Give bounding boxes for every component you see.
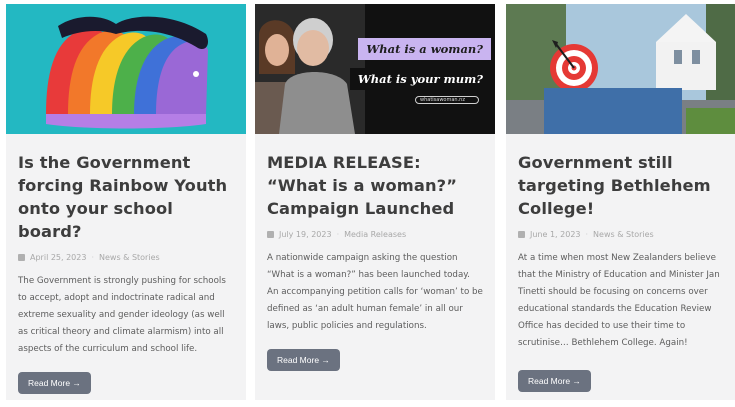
post-card: Is the Government forcing Rainbow Youth …: [6, 4, 246, 400]
post-excerpt: A nationwide campaign asking the questio…: [267, 253, 483, 331]
post-category[interactable]: Media Releases: [344, 230, 406, 239]
post-title[interactable]: Government still targeting Bethlehem Col…: [518, 151, 723, 220]
post-title[interactable]: Is the Government forcing Rainbow Youth …: [18, 151, 234, 243]
calendar-icon: [518, 231, 525, 238]
post-meta: April 25, 2023 · News & Stories: [18, 253, 234, 262]
school-building-photo-icon: [506, 4, 735, 134]
post-thumbnail[interactable]: [6, 4, 246, 134]
read-more-button[interactable]: Read More →: [267, 349, 340, 371]
post-category[interactable]: News & Stories: [99, 253, 160, 262]
post-card: What is a woman? What is your mum? whati…: [255, 4, 495, 400]
post-excerpt: At a time when most New Zealanders belie…: [518, 253, 720, 348]
meta-separator: ·: [91, 253, 94, 262]
image-banner: What is a woman?: [358, 38, 491, 60]
post-date: April 25, 2023: [30, 253, 87, 262]
read-more-button[interactable]: Read More →: [18, 372, 91, 394]
image-banner: What is your mum?: [349, 68, 491, 90]
post-date: July 19, 2023: [279, 230, 332, 239]
rainbow-faces-illustration-icon: [6, 4, 246, 134]
calendar-icon: [267, 231, 274, 238]
post-category[interactable]: News & Stories: [593, 230, 654, 239]
post-excerpt: The Government is strongly pushing for s…: [18, 276, 226, 354]
post-meta: June 1, 2023 · News & Stories: [518, 230, 723, 239]
post-title[interactable]: MEDIA RELEASE: “What is a woman?” Campai…: [267, 151, 483, 220]
post-date: June 1, 2023: [530, 230, 581, 239]
post-meta: July 19, 2023 · Media Releases: [267, 230, 483, 239]
post-grid: Is the Government forcing Rainbow Youth …: [0, 0, 735, 407]
post-thumbnail[interactable]: [506, 4, 735, 134]
image-site-url: whatisawoman.nz: [415, 96, 479, 104]
meta-separator: ·: [336, 230, 340, 239]
calendar-icon: [18, 254, 25, 261]
post-card: Government still targeting Bethlehem Col…: [506, 4, 735, 400]
meta-separator: ·: [585, 230, 589, 239]
read-more-button[interactable]: Read More →: [518, 370, 591, 392]
post-thumbnail[interactable]: What is a woman? What is your mum? whati…: [255, 4, 495, 134]
